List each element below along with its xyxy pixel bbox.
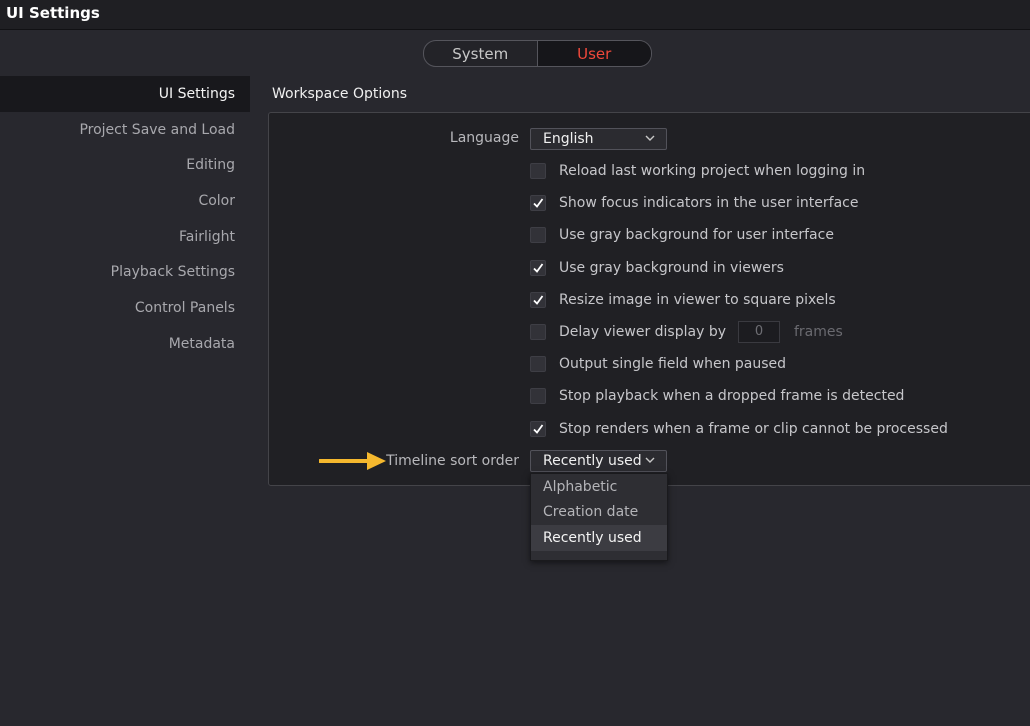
sidebar-item-editing[interactable]: Editing <box>0 147 250 183</box>
square-pixels-label: Resize image in viewer to square pixels <box>559 292 836 308</box>
dropped-frame-label: Stop playback when a dropped frame is de… <box>559 388 905 404</box>
checkmark-icon <box>533 198 544 208</box>
sidebar-item-color[interactable]: Color <box>0 183 250 219</box>
gray-viewer-background-option: Use gray background in viewers <box>530 258 784 278</box>
language-value: English <box>543 131 594 147</box>
chevron-down-icon <box>645 457 655 463</box>
checkmark-icon <box>533 263 544 273</box>
user-tab[interactable]: User <box>537 41 651 66</box>
chevron-down-icon <box>645 135 655 141</box>
delay-frames-input[interactable]: 0 <box>738 321 780 343</box>
checkmark-icon <box>533 295 544 305</box>
gray-ui-background-option: Use gray background for user interface <box>530 225 834 245</box>
stop-renders-option: Stop renders when a frame or clip cannot… <box>530 419 948 439</box>
stop-renders-label: Stop renders when a frame or clip cannot… <box>559 421 948 437</box>
language-label: Language <box>449 130 519 146</box>
delay-viewer-checkbox[interactable] <box>530 324 546 340</box>
frames-unit-label: frames <box>794 324 843 340</box>
reload-last-project-checkbox[interactable] <box>530 163 546 179</box>
square-pixels-option: Resize image in viewer to square pixels <box>530 290 836 310</box>
delay-viewer-label: Delay viewer display by <box>559 324 726 340</box>
sidebar-item-ui-settings[interactable]: UI Settings <box>0 76 250 112</box>
option-recently-used[interactable]: Recently used <box>531 525 667 551</box>
stop-renders-checkbox[interactable] <box>530 421 546 437</box>
dropped-frame-checkbox[interactable] <box>530 388 546 404</box>
sort-order-value: Recently used <box>543 453 642 469</box>
focus-indicators-label: Show focus indicators in the user interf… <box>559 195 859 211</box>
language-select[interactable]: English <box>530 128 667 150</box>
gray-viewer-background-checkbox[interactable] <box>530 260 546 276</box>
dropped-frame-option: Stop playback when a dropped frame is de… <box>530 386 904 406</box>
checkmark-icon <box>533 424 544 434</box>
reload-last-project-option: Reload last working project when logging… <box>530 161 865 181</box>
option-alphabetic[interactable]: Alphabetic <box>531 474 667 500</box>
sidebar-item-control-panels[interactable]: Control Panels <box>0 290 250 326</box>
sort-order-label: Timeline sort order <box>386 453 519 469</box>
arrow-right-icon <box>319 452 386 470</box>
settings-window: UI Settings System User UI Settings Proj… <box>0 0 1030 726</box>
window-title: UI Settings <box>6 4 100 22</box>
single-field-label: Output single field when paused <box>559 356 787 372</box>
delay-viewer-option: Delay viewer display by 0 frames <box>530 321 843 343</box>
title-bar: UI Settings <box>0 0 1030 30</box>
gray-ui-background-label: Use gray background for user interface <box>559 227 834 243</box>
section-title: Workspace Options <box>272 86 407 102</box>
single-field-checkbox[interactable] <box>530 356 546 372</box>
sidebar-item-fairlight[interactable]: Fairlight <box>0 219 250 255</box>
focus-indicators-option: Show focus indicators in the user interf… <box>530 193 858 213</box>
gray-viewer-background-label: Use gray background in viewers <box>559 260 784 276</box>
focus-indicators-checkbox[interactable] <box>530 195 546 211</box>
gray-ui-background-checkbox[interactable] <box>530 227 546 243</box>
option-creation-date[interactable]: Creation date <box>531 500 667 526</box>
reload-last-project-label: Reload last working project when logging… <box>559 163 866 179</box>
sort-order-select[interactable]: Recently used <box>530 450 667 472</box>
sort-order-dropdown: Alphabetic Creation date Recently used <box>530 473 668 561</box>
scope-toggle: System User <box>423 40 652 67</box>
sidebar-item-metadata[interactable]: Metadata <box>0 326 250 362</box>
sidebar-item-playback-settings[interactable]: Playback Settings <box>0 254 250 290</box>
settings-sidebar: UI Settings Project Save and Load Editin… <box>0 76 250 362</box>
sidebar-item-project-save-and-load[interactable]: Project Save and Load <box>0 112 250 148</box>
square-pixels-checkbox[interactable] <box>530 292 546 308</box>
single-field-option: Output single field when paused <box>530 354 786 374</box>
system-tab[interactable]: System <box>424 41 538 66</box>
